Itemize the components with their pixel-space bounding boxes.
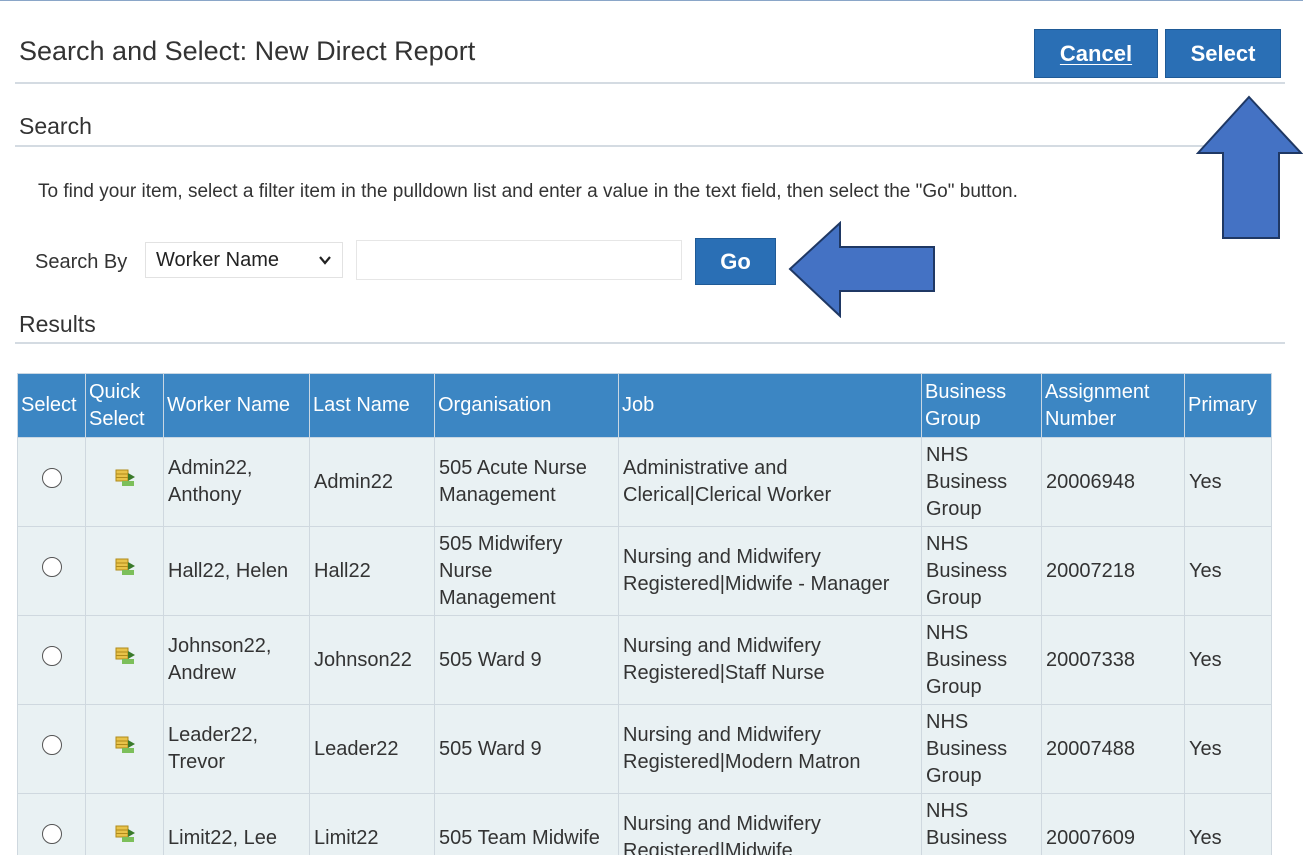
table-row: Hall22, Helen Hall22 505 Midwifery Nurse… — [17, 526, 1272, 616]
table-row: Leader22, Trevor Leader22 505 Ward 9 Nur… — [17, 704, 1272, 794]
select-radio[interactable] — [41, 557, 62, 577]
search-input[interactable] — [356, 240, 682, 280]
col-header-select: Select — [17, 373, 86, 438]
top-border — [0, 0, 1303, 11]
cancel-button-label: Cancel — [1059, 40, 1133, 66]
chevron-down-icon — [318, 249, 332, 276]
filter-select-value: Worker Name — [156, 248, 279, 271]
search-by-label: Search By — [35, 251, 128, 273]
job-cell: Nursing and Midwifery Registered|Staff N… — [618, 615, 922, 705]
worker-name-cell: Limit22, Lee — [163, 793, 310, 855]
business-group-cell: NHS Business Group — [921, 615, 1042, 705]
last-name-cell: Leader22 — [309, 704, 435, 794]
quick-select-icon[interactable] — [114, 467, 136, 489]
assignment-number-cell: 20007609 — [1041, 793, 1185, 855]
table-row: Limit22, Lee Limit22 505 Team Midwife Nu… — [17, 793, 1272, 855]
business-group-cell: NHS Business Group — [921, 704, 1042, 794]
quick-select-cell — [85, 526, 164, 616]
worker-name-cell: Johnson22, Andrew — [163, 615, 310, 705]
organisation-cell: 505 Ward 9 — [434, 615, 619, 705]
quick-select-icon[interactable] — [114, 556, 136, 578]
business-group-cell: NHS Business Group — [921, 793, 1042, 855]
col-header-job: Job — [618, 373, 922, 438]
select-cell — [17, 526, 86, 616]
select-cell — [17, 793, 86, 855]
cancel-button[interactable]: Cancel — [1034, 29, 1158, 78]
last-name-cell: Johnson22 — [309, 615, 435, 705]
select-cell — [17, 704, 86, 794]
last-name-cell: Admin22 — [309, 437, 435, 527]
primary-cell: Yes — [1184, 704, 1272, 794]
select-button[interactable]: Select — [1165, 29, 1281, 78]
select-radio[interactable] — [41, 735, 62, 755]
organisation-cell: 505 Midwifery Nurse Management — [434, 526, 619, 616]
last-name-cell: Hall22 — [309, 526, 435, 616]
search-instructions: To find your item, select a filter item … — [38, 181, 1018, 202]
results-heading: Results — [19, 311, 96, 337]
business-group-cell: NHS Business Group — [921, 437, 1042, 527]
go-button[interactable]: Go — [695, 238, 776, 285]
col-header-quick-select: Quick Select — [85, 373, 164, 438]
arrow-up-icon — [1196, 95, 1303, 239]
search-divider — [15, 145, 1285, 147]
arrow-left-icon — [788, 221, 935, 318]
col-header-assignment-number: Assignment Number — [1041, 373, 1185, 438]
quick-select-cell — [85, 437, 164, 527]
primary-cell: Yes — [1184, 793, 1272, 855]
select-cell — [17, 615, 86, 705]
select-cell — [17, 437, 86, 527]
primary-cell: Yes — [1184, 615, 1272, 705]
title-divider — [15, 82, 1285, 84]
assignment-number-cell: 20007218 — [1041, 526, 1185, 616]
select-radio[interactable] — [41, 468, 62, 488]
assignment-number-cell: 20007488 — [1041, 704, 1185, 794]
table-header-row: Select Quick Select Worker Name Last Nam… — [17, 373, 1272, 438]
job-cell: Nursing and Midwifery Registered|Modern … — [618, 704, 922, 794]
job-cell: Nursing and Midwifery Registered|Midwife — [618, 793, 922, 855]
results-table: Select Quick Select Worker Name Last Nam… — [17, 373, 1272, 855]
search-select-page: Search and Select: New Direct Report Can… — [0, 0, 1303, 855]
table-row: Johnson22, Andrew Johnson22 505 Ward 9 N… — [17, 615, 1272, 705]
search-heading: Search — [19, 113, 92, 139]
assignment-number-cell: 20007338 — [1041, 615, 1185, 705]
quick-select-cell — [85, 704, 164, 794]
worker-name-cell: Hall22, Helen — [163, 526, 310, 616]
col-header-business-group: Business Group — [921, 373, 1042, 438]
primary-cell: Yes — [1184, 526, 1272, 616]
job-cell: Nursing and Midwifery Registered|Midwife… — [618, 526, 922, 616]
quick-select-icon[interactable] — [114, 823, 136, 845]
quick-select-cell — [85, 793, 164, 855]
organisation-cell: 505 Ward 9 — [434, 704, 619, 794]
business-group-cell: NHS Business Group — [921, 526, 1042, 616]
table-row: Admin22, Anthony Admin22 505 Acute Nurse… — [17, 437, 1272, 527]
col-header-organisation: Organisation — [434, 373, 619, 438]
job-cell: Administrative and Clerical|Clerical Wor… — [618, 437, 922, 527]
select-radio[interactable] — [41, 646, 62, 666]
results-divider — [15, 342, 1285, 344]
filter-select[interactable]: Worker Name — [145, 242, 343, 278]
select-radio[interactable] — [41, 824, 62, 844]
col-header-last-name: Last Name — [309, 373, 435, 438]
last-name-cell: Limit22 — [309, 793, 435, 855]
worker-name-cell: Leader22, Trevor — [163, 704, 310, 794]
worker-name-cell: Admin22, Anthony — [163, 437, 310, 527]
col-header-primary: Primary — [1184, 373, 1272, 438]
organisation-cell: 505 Team Midwife — [434, 793, 619, 855]
quick-select-cell — [85, 615, 164, 705]
quick-select-icon[interactable] — [114, 734, 136, 756]
quick-select-icon[interactable] — [114, 645, 136, 667]
organisation-cell: 505 Acute Nurse Management — [434, 437, 619, 527]
assignment-number-cell: 20006948 — [1041, 437, 1185, 527]
col-header-worker-name: Worker Name — [163, 373, 310, 438]
page-title: Search and Select: New Direct Report — [19, 36, 476, 66]
primary-cell: Yes — [1184, 437, 1272, 527]
